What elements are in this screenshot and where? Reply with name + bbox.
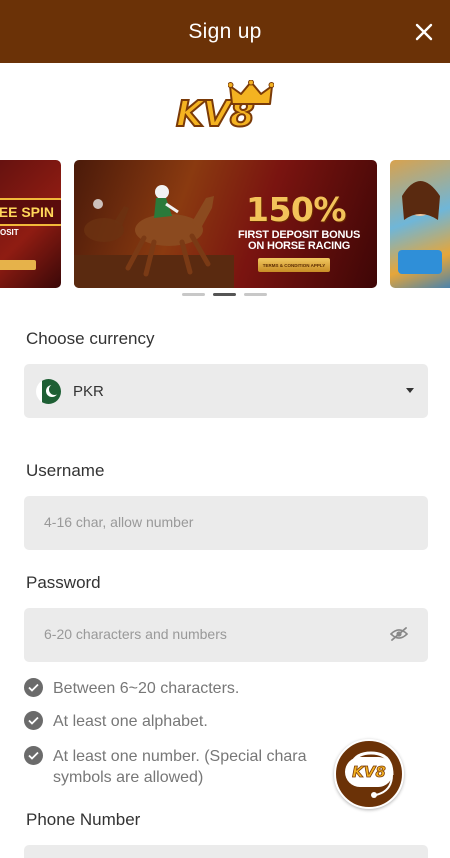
support-logo: KV8 <box>345 757 393 787</box>
promo-carousel[interactable]: EE SPIN OSIT 150% FIRST DEPOSIT BONUS ON… <box>0 160 450 288</box>
check-circle-icon <box>24 711 43 730</box>
modal-title: Sign up <box>188 19 262 43</box>
check-circle-icon <box>24 678 43 697</box>
carousel-indicators <box>182 293 267 296</box>
currency-label: Choose currency <box>26 329 155 348</box>
free-spin-subtext: OSIT <box>0 228 19 237</box>
password-rule: At least one alphabet. <box>24 711 353 732</box>
promo-slide-game[interactable] <box>390 160 450 288</box>
promo-slide-horse-racing[interactable]: 150% FIRST DEPOSIT BONUS ON HORSE RACING… <box>74 160 377 288</box>
username-label: Username <box>26 461 105 480</box>
support-chat-button[interactable]: KV8 <box>334 739 404 809</box>
close-icon[interactable] <box>410 18 438 46</box>
free-spin-badge: EE SPIN <box>0 198 61 226</box>
promo-percentage: 150% <box>246 190 346 229</box>
modal-header: Sign up <box>0 0 450 63</box>
horse-racing-image <box>74 185 234 288</box>
username-placeholder: 4-16 char, allow number <box>44 514 194 530</box>
pakistan-flag-icon <box>36 379 61 404</box>
promo-terms-button[interactable]: TERMS & CONDITION APPLY <box>258 258 330 272</box>
password-input[interactable]: 6-20 characters and numbers <box>24 608 428 662</box>
password-rule: At least one number. (Special chara symb… <box>24 746 353 788</box>
password-rule-text: Between 6~20 characters. <box>53 680 240 697</box>
password-rule-text: At least one alphabet. <box>53 713 208 730</box>
password-placeholder: 6-20 characters and numbers <box>44 626 227 642</box>
crown-icon <box>227 79 275 111</box>
kv8-logo: KV8 <box>175 79 276 138</box>
phone-label: Phone Number <box>26 810 141 829</box>
game-character-image <box>398 181 442 274</box>
promo-line-2: ON HORSE RACING <box>248 240 351 252</box>
currency-value: PKR <box>73 383 104 400</box>
check-circle-icon <box>24 746 43 765</box>
carousel-dot-active[interactable] <box>213 293 236 296</box>
username-input[interactable]: 4-16 char, allow number <box>24 496 428 550</box>
password-label: Password <box>26 573 101 592</box>
currency-select[interactable]: PKR <box>24 364 428 418</box>
chevron-down-icon <box>406 388 414 393</box>
phone-input[interactable] <box>24 845 428 858</box>
password-rule: Between 6~20 characters. <box>24 678 353 699</box>
password-rule-text: At least one number. (Special chara symb… <box>53 748 307 786</box>
eye-off-icon[interactable] <box>389 626 409 647</box>
carousel-dot[interactable] <box>182 293 205 296</box>
carousel-dot[interactable] <box>244 293 267 296</box>
free-spin-terms-button <box>0 260 36 270</box>
promo-slide-free-spin[interactable]: EE SPIN OSIT <box>0 160 61 288</box>
